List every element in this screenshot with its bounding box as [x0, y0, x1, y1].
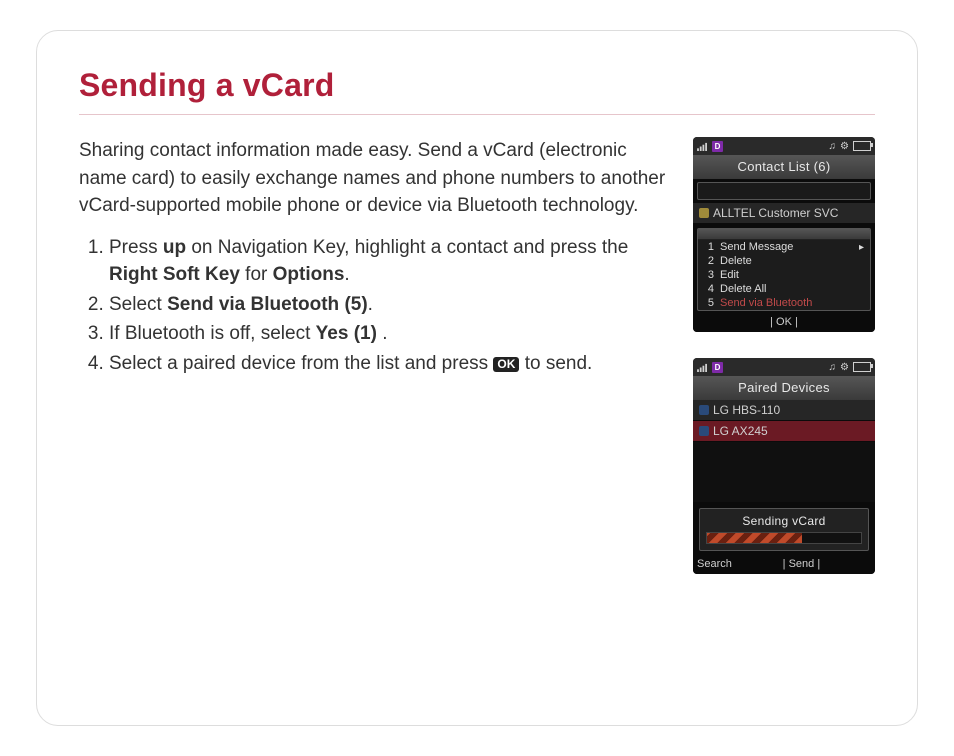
step-1: Press up on Navigation Key, highlight a … — [109, 234, 667, 289]
text-column: Sharing contact information made easy. S… — [79, 137, 667, 379]
status-bar: D — [693, 137, 875, 155]
step-3-bold: Yes (1) — [316, 323, 377, 344]
data-icon: D — [712, 141, 723, 152]
step-4-text-a: Select a paired device from the list and… — [109, 353, 493, 374]
battery-icon — [853, 141, 871, 151]
chevron-right-icon: ▸ — [859, 242, 864, 253]
phone-icon — [699, 426, 709, 436]
status-bar-left: D — [697, 362, 723, 373]
progress-label: Sending vCard — [706, 514, 862, 528]
phone-body-empty — [693, 442, 875, 502]
phone-screenshot-paired-devices: D Paired Devices LG HBS-110 — [693, 358, 875, 574]
soft-key-bar: Search | Send | — [693, 555, 875, 574]
step-3-text-c: . — [377, 323, 388, 344]
soft-key-left: Search — [697, 558, 732, 570]
menu-item-send-message: 1Send Message▸ — [698, 240, 870, 254]
step-3: If Bluetooth is off, select Yes (1) . — [109, 320, 667, 348]
device-row-label: LG AX245 — [713, 424, 768, 438]
soft-key-center: OK — [776, 316, 792, 328]
progress-bar — [706, 532, 862, 544]
steps-list: Press up on Navigation Key, highlight a … — [79, 234, 667, 378]
progress-dialog: Sending vCard — [699, 508, 869, 551]
menu-item-send-via-bluetooth: 5Send via Bluetooth — [698, 296, 870, 310]
ok-badge-icon: OK — [493, 357, 519, 372]
soft-key-center: Send — [789, 558, 815, 570]
options-menu: 1Send Message▸ 2Delete 3Edit 4Delete All… — [697, 228, 871, 311]
step-1-text-e: for — [240, 264, 273, 285]
step-2: Select Send via Bluetooth (5). — [109, 291, 667, 319]
settings-icon — [840, 141, 849, 152]
step-4: Select a paired device from the list and… — [109, 350, 667, 378]
menu-item-edit: 3Edit — [698, 268, 870, 282]
phone-header: Paired Devices — [693, 376, 875, 400]
progress-bar-fill — [707, 533, 802, 543]
battery-icon — [853, 362, 871, 372]
step-1-text-a: Press — [109, 237, 163, 258]
phone-header: Contact List (6) — [693, 155, 875, 179]
data-icon: D — [712, 362, 723, 373]
step-1-bold-rsk: Right Soft Key — [109, 264, 240, 285]
contact-row: ALLTEL Customer SVC — [693, 203, 875, 224]
status-bar-left: D — [697, 141, 723, 152]
device-row-selected: LG AX245 — [693, 421, 875, 442]
headset-icon — [699, 405, 709, 415]
options-menu-header — [698, 229, 870, 240]
signal-icon — [697, 363, 708, 372]
menu-item-label: Send Message — [720, 241, 793, 253]
phone-screenshot-contact-list: D Contact List (6) ALLTEL Customer SVC — [693, 137, 875, 332]
page-title: Sending a vCard — [79, 67, 875, 104]
device-row-label: LG HBS-110 — [713, 403, 780, 417]
phone-screenshots-column: D Contact List (6) ALLTEL Customer SVC — [693, 137, 875, 574]
step-1-text-g: . — [344, 264, 349, 285]
step-1-bold-up: up — [163, 237, 186, 258]
step-3-text-a: If Bluetooth is off, select — [109, 323, 316, 344]
phone-search-field — [697, 182, 871, 200]
intro-paragraph: Sharing contact information made easy. S… — [79, 137, 667, 220]
step-2-bold: Send via Bluetooth (5) — [167, 294, 368, 315]
sound-icon — [829, 362, 837, 373]
page: Sending a vCard Sharing contact informat… — [0, 0, 954, 756]
menu-item-delete-all: 4Delete All — [698, 282, 870, 296]
menu-item-label: Send via Bluetooth — [720, 297, 812, 309]
menu-item-label: Delete — [720, 255, 752, 267]
step-1-text-c: on Navigation Key, highlight a contact a… — [186, 237, 628, 258]
settings-icon — [840, 362, 849, 373]
sound-icon — [829, 141, 837, 152]
menu-item-label: Delete All — [720, 283, 766, 295]
signal-icon — [697, 142, 708, 151]
contact-row-label: ALLTEL Customer SVC — [713, 206, 838, 220]
status-bar: D — [693, 358, 875, 376]
contact-icon — [699, 208, 709, 218]
menu-item-delete: 2Delete — [698, 254, 870, 268]
device-row: LG HBS-110 — [693, 400, 875, 421]
step-1-bold-options: Options — [273, 264, 345, 285]
title-divider — [79, 114, 875, 115]
menu-item-label: Edit — [720, 269, 739, 281]
step-2-text-c: . — [368, 294, 373, 315]
content-row: Sharing contact information made easy. S… — [79, 137, 875, 574]
document-card: Sending a vCard Sharing contact informat… — [36, 30, 918, 726]
status-bar-right — [829, 362, 871, 373]
status-bar-right — [829, 141, 871, 152]
step-4-text-b: to send. — [519, 353, 592, 374]
step-2-text-a: Select — [109, 294, 167, 315]
soft-key-bar: | OK | — [693, 313, 875, 332]
